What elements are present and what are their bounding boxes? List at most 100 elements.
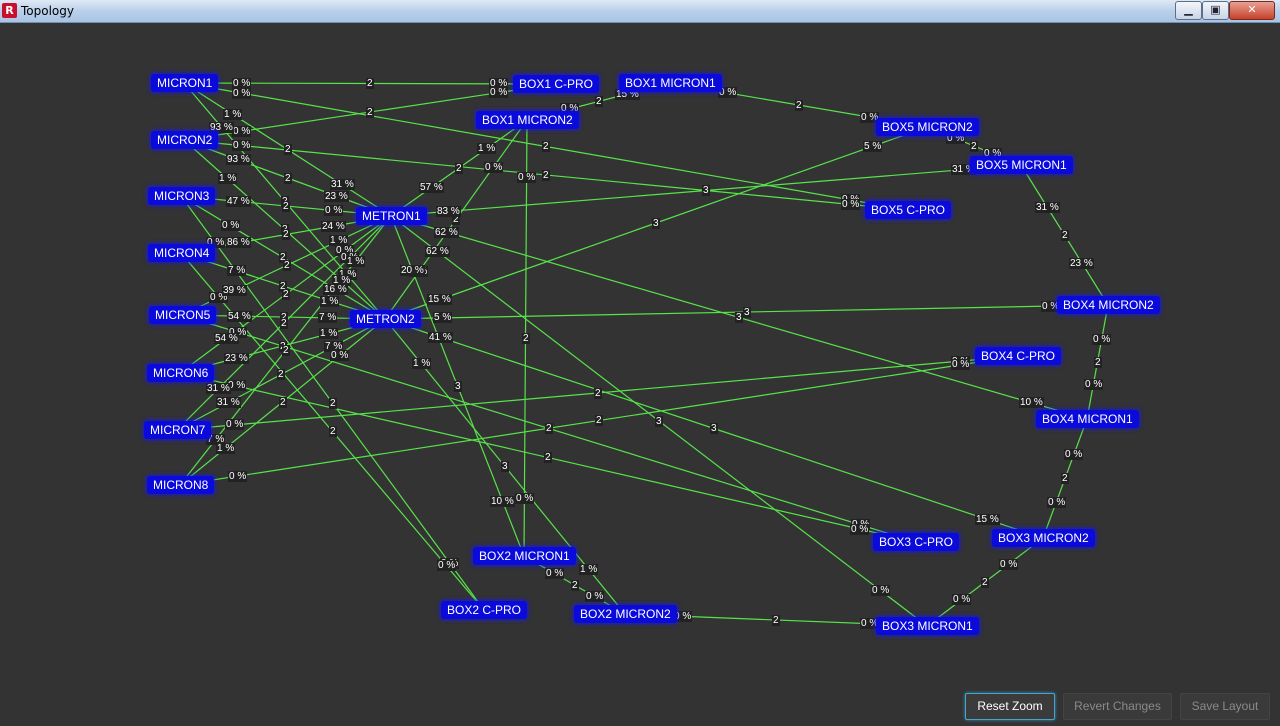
node-box2micron1[interactable]: BOX2 MICRON1 [473, 547, 576, 565]
node-micron6[interactable]: MICRON6 [147, 364, 215, 382]
link-utilization-label: 0 % [585, 591, 605, 602]
link-utilization-label: 0 % [1064, 449, 1084, 460]
link-utilization-label: 39 % [222, 285, 247, 296]
node-micron7[interactable]: MICRON7 [144, 421, 212, 439]
link-utilization-label: 0 % [324, 205, 344, 216]
link-cost-label: 2 [1061, 473, 1069, 484]
link-cost-label: 2 [284, 173, 292, 184]
link-cost-label: 3 [710, 423, 718, 434]
link-cost-label: 2 [594, 388, 602, 399]
node-box4micron1[interactable]: BOX4 MICRON1 [1036, 410, 1139, 428]
link-utilization-label: 41 % [428, 332, 453, 343]
link-utilization-label: 23 % [324, 191, 349, 202]
link-utilization-label: 0 % [1047, 497, 1067, 508]
minimize-icon[interactable]: ▁ [1175, 1, 1202, 20]
link-utilization-label: 10 % [490, 496, 515, 507]
link-utilization-label: 0 % [232, 126, 252, 137]
link-utilization-label: 15 % [975, 514, 1000, 525]
link-cost-label: 2 [455, 163, 463, 174]
close-icon[interactable]: ✕ [1229, 1, 1275, 20]
node-micron2[interactable]: MICRON2 [151, 131, 219, 149]
link-utilization-label: 31 % [330, 179, 355, 190]
link-utilization-label: 0 % [232, 88, 252, 99]
link-cost-label: 3 [454, 381, 462, 392]
link-utilization-label: 0 % [517, 172, 537, 183]
link-utilization-label: 31 % [216, 397, 241, 408]
link-utilization-label: 0 % [515, 493, 535, 504]
link-utilization-label: 1 % [218, 173, 238, 184]
link-cost-label: 2 [277, 369, 285, 380]
link-cost-label: 2 [522, 333, 530, 344]
link-utilization-label: 10 % [1019, 397, 1044, 408]
link-utilization-label: 83 % [436, 206, 461, 217]
link-cost-label: 2 [280, 318, 288, 329]
link-utilization-label: 0 % [850, 524, 870, 535]
link-cost-label: 3 [652, 218, 660, 229]
link-cost-label: 3 [743, 307, 751, 318]
link-utilization-label: 31 % [1035, 202, 1060, 213]
link-cost-label: 2 [772, 615, 780, 626]
link-utilization-label: 0 % [1092, 334, 1112, 345]
node-micron1[interactable]: MICRON1 [151, 74, 219, 92]
node-micron4[interactable]: MICRON4 [148, 244, 216, 262]
link-cost-label: 2 [981, 577, 989, 588]
node-box1micron2[interactable]: BOX1 MICRON2 [476, 111, 579, 129]
link-cost-label: 2 [329, 426, 337, 437]
link-utilization-label: 62 % [434, 227, 459, 238]
link-utilization-label: 86 % [226, 237, 251, 248]
link-utilization-label: 7 % [227, 265, 247, 276]
node-metron1[interactable]: METRON1 [356, 207, 427, 225]
link-utilization-label: 0 % [545, 568, 565, 579]
node-micron3[interactable]: MICRON3 [148, 187, 216, 205]
node-box5micron2[interactable]: BOX5 MICRON2 [876, 118, 979, 136]
link-utilization-label: 0 % [232, 140, 252, 151]
link-cost-label: 3 [702, 185, 710, 196]
link-utilization-label: 0 % [841, 199, 861, 210]
node-box1micron1[interactable]: BOX1 MICRON1 [619, 74, 722, 92]
node-micron8[interactable]: MICRON8 [147, 476, 215, 494]
link-cost-label: 3 [735, 312, 743, 323]
node-metron2[interactable]: METRON2 [350, 310, 421, 328]
node-box2cpro[interactable]: BOX2 C-PRO [441, 601, 528, 619]
link-cost-label: 2 [571, 580, 579, 591]
link-cost-label: 2 [282, 229, 290, 240]
link-utilization-label: 16 % [323, 284, 348, 295]
node-box2micron2[interactable]: BOX2 MICRON2 [574, 605, 677, 623]
node-micron5[interactable]: MICRON5 [149, 306, 217, 324]
link-cost-label: 2 [329, 398, 337, 409]
link-utilization-label: 1 % [319, 328, 339, 339]
link-utilization-label: 57 % [419, 182, 444, 193]
link-cost-label: 2 [970, 141, 978, 152]
node-box3cpro[interactable]: BOX3 C-PRO [873, 533, 960, 551]
link-utilization-label: 0 % [330, 350, 350, 361]
link-cost-label: 2 [1061, 230, 1069, 241]
link-cost-label: 2 [595, 96, 603, 107]
link-utilization-label: 0 % [489, 87, 509, 98]
reset-zoom-button[interactable]: Reset Zoom [965, 693, 1055, 720]
link-cost-label: 2 [545, 423, 553, 434]
link-utilization-label: 54 % [227, 311, 252, 322]
link-cost-label: 2 [282, 289, 290, 300]
link-utilization-label: 23 % [1069, 258, 1094, 269]
save-layout-button[interactable]: Save Layout [1180, 693, 1270, 720]
link-utilization-label: 0 % [221, 220, 241, 231]
node-box5micron1[interactable]: BOX5 MICRON1 [970, 156, 1073, 174]
link-utilization-label: 1 % [477, 143, 497, 154]
link-utilization-label: 7 % [318, 312, 338, 323]
node-box1cpro[interactable]: BOX1 C-PRO [513, 75, 600, 93]
node-box4cpro[interactable]: BOX4 C-PRO [975, 347, 1062, 365]
link-utilization-label: 5 % [863, 141, 883, 152]
node-box5cpro[interactable]: BOX5 C-PRO [865, 201, 952, 219]
node-box3micron1[interactable]: BOX3 MICRON1 [876, 617, 979, 635]
link-cost-label: 2 [542, 170, 550, 181]
window-title: Topology [21, 4, 74, 18]
node-box4micron2[interactable]: BOX4 MICRON2 [1057, 296, 1160, 314]
revert-changes-button[interactable]: Revert Changes [1063, 693, 1172, 720]
link-cost-label: 2 [595, 415, 603, 426]
link-utilization-label: 5 % [433, 312, 453, 323]
link-utilization-label: 0 % [484, 162, 504, 173]
node-box3micron2[interactable]: BOX3 MICRON2 [992, 529, 1095, 547]
maximize-icon[interactable]: ▣ [1202, 1, 1229, 20]
link-utilization-label: 1 % [223, 109, 243, 120]
link-utilization-label: 0 % [228, 471, 248, 482]
